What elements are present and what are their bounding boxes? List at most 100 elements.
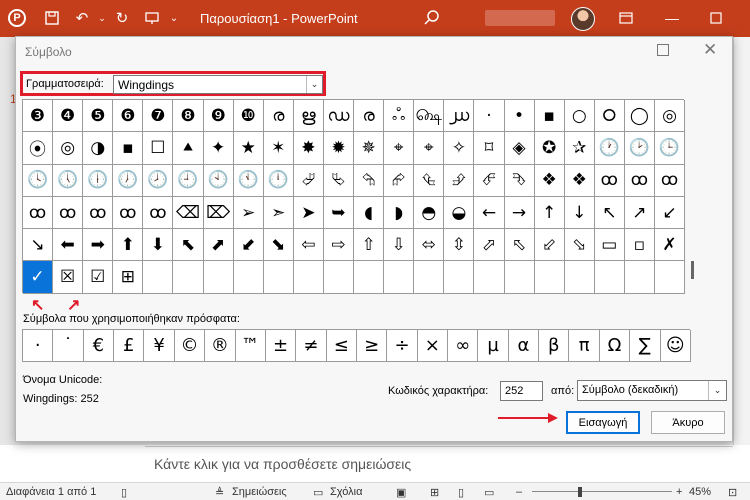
ribbon-display-icon[interactable]	[614, 7, 638, 29]
symbol-cell[interactable]: ❿	[233, 100, 264, 133]
symbol-cell[interactable]: ↓	[564, 196, 595, 230]
symbol-cell[interactable]: ⮷	[504, 164, 535, 197]
symbol-cell[interactable]: 🕒	[654, 132, 686, 165]
symbol-cell[interactable]	[624, 261, 655, 294]
symbol-cell[interactable]: ✸	[293, 132, 324, 165]
symbol-cell[interactable]: ▪	[534, 100, 565, 133]
symbol-cell[interactable]: ꝏ	[594, 164, 625, 197]
zoom-in-icon[interactable]: +	[676, 486, 682, 498]
recent-symbol-cell[interactable]: ∞	[448, 330, 479, 362]
symbol-cell[interactable]: ⇩	[384, 229, 415, 262]
symbol-cell[interactable]: 🕛	[263, 164, 294, 197]
symbol-cell[interactable]: 🕑	[624, 132, 655, 165]
recent-symbol-cell[interactable]: ÷	[387, 330, 418, 362]
symbol-cell[interactable]: ⬃	[534, 229, 565, 262]
symbol-cell[interactable]: ◖	[354, 196, 385, 230]
insert-button[interactable]: Εισαγωγή	[566, 411, 640, 434]
symbol-cell[interactable]	[323, 261, 355, 294]
symbol-cell[interactable]: ⮲	[354, 164, 385, 197]
symbol-cell[interactable]: ❾	[203, 100, 234, 133]
symbol-cell[interactable]: ↑	[534, 196, 565, 230]
symbol-cell[interactable]	[384, 261, 415, 294]
spelling-icon[interactable]: ▯	[121, 486, 127, 499]
recent-symbol-cell[interactable]: β	[539, 330, 570, 362]
symbol-cell[interactable]	[263, 261, 294, 294]
reading-view-icon[interactable]: ▯	[458, 486, 464, 499]
symbol-cell[interactable]: ⇦	[293, 229, 324, 262]
symbol-cell[interactable]: ⬄	[414, 229, 445, 262]
zoom-slider-thumb[interactable]	[578, 487, 582, 497]
slide-sorter-icon[interactable]: ⊞	[430, 486, 439, 499]
recent-symbol-cell[interactable]: ∑	[630, 330, 661, 362]
symbol-cell[interactable]: ▭	[594, 229, 625, 262]
symbol-cell[interactable]: ✪	[534, 132, 565, 165]
search-icon[interactable]	[423, 9, 443, 29]
symbol-cell[interactable]: ↖	[594, 196, 625, 230]
undo-icon[interactable]: ↶	[72, 8, 92, 28]
symbol-cell[interactable]: ⬀	[474, 229, 505, 262]
recent-symbol-cell[interactable]: ≠	[296, 330, 327, 362]
symbol-cell[interactable]: ←	[474, 196, 505, 230]
symbol-cell[interactable]: ꝏ	[143, 196, 174, 230]
symbol-cell[interactable]: ⮴	[414, 164, 445, 197]
symbol-cell[interactable]: ➢	[233, 196, 264, 230]
symbol-cell[interactable]: ஃ	[384, 100, 415, 133]
customize-toolbar-icon[interactable]: ⌄	[164, 8, 184, 28]
grid-scrollbar-thumb[interactable]	[691, 261, 694, 279]
symbol-cell[interactable]: ⌑	[474, 132, 505, 165]
symbol-cell[interactable]: ◎	[53, 132, 84, 165]
symbol-cell[interactable]: ⬈	[203, 229, 234, 262]
symbol-cell[interactable]: ꝏ	[624, 164, 655, 197]
symbol-cell[interactable]: ➡	[83, 229, 114, 262]
char-code-input[interactable]: 252	[500, 381, 543, 401]
symbol-cell[interactable]	[293, 261, 324, 294]
symbol-cell[interactable]: ⌫	[173, 196, 204, 230]
symbol-cell[interactable]: ○	[564, 100, 595, 133]
symbol-cell[interactable]: ⮳	[384, 164, 415, 197]
zoom-level[interactable]: 45%	[689, 486, 711, 498]
present-icon[interactable]	[142, 8, 162, 28]
recent-symbol-cell[interactable]: ®	[205, 330, 236, 362]
grid-scrollbar[interactable]	[688, 99, 698, 293]
slideshow-icon[interactable]: ▭	[484, 486, 494, 499]
workspace-scrollbar[interactable]	[733, 37, 750, 445]
recent-symbol-cell[interactable]: €	[83, 330, 115, 362]
dialog-maximize-icon[interactable]	[657, 44, 669, 56]
recent-symbol-cell[interactable]: ☺	[660, 330, 691, 362]
symbol-cell[interactable]: ✵	[354, 132, 385, 165]
symbol-cell[interactable]: ↘	[23, 229, 54, 262]
recent-symbol-cell[interactable]: Ω	[599, 330, 631, 362]
symbol-cell[interactable]: ⌦	[203, 196, 234, 230]
symbol-cell[interactable]: ★	[233, 132, 264, 165]
symbol-cell[interactable]	[173, 261, 204, 294]
symbol-cell[interactable]: 🕘	[173, 164, 204, 197]
recent-symbol-cell[interactable]: ¥	[144, 330, 175, 362]
symbol-cell[interactable]: ⮶	[474, 164, 505, 197]
recent-symbol-cell[interactable]: ˙	[53, 330, 84, 362]
recent-symbol-cell[interactable]: α	[508, 330, 540, 362]
minimize-icon[interactable]: —	[660, 7, 684, 29]
symbol-cell[interactable]: ௸	[414, 100, 445, 133]
symbol-cell[interactable]: ⬂	[564, 229, 595, 262]
symbol-cell[interactable]: ⇳	[444, 229, 475, 262]
symbol-cell[interactable]: 🕓	[23, 164, 54, 197]
symbol-cell[interactable]: ꝏ	[53, 196, 84, 230]
symbol-cell[interactable]: 🕚	[233, 164, 264, 197]
symbol-cell[interactable]: ⇨	[323, 229, 355, 262]
symbol-cell[interactable]: ❖	[534, 164, 565, 197]
comments-icon[interactable]: ▭	[313, 486, 323, 499]
symbol-cell[interactable]: ◒	[444, 196, 475, 230]
symbol-cell[interactable]: ◗	[384, 196, 415, 230]
symbol-cell[interactable]: ⬅	[53, 229, 84, 262]
symbol-cell[interactable]: ◎	[654, 100, 686, 133]
symbol-cell[interactable]: ⇧	[354, 229, 385, 262]
symbol-cell[interactable]: ꝏ	[113, 196, 144, 230]
symbol-cell[interactable]: ❺	[83, 100, 114, 133]
symbol-cell[interactable]	[564, 261, 595, 294]
symbol-cell[interactable]: ഡ	[323, 100, 355, 133]
symbol-cell[interactable]: 🕖	[113, 164, 144, 197]
symbol-cell[interactable]: ✶	[263, 132, 294, 165]
symbol-cell[interactable]: 🕕	[83, 164, 114, 197]
normal-view-icon[interactable]: ▣	[396, 486, 406, 499]
symbol-cell[interactable]	[474, 261, 505, 294]
